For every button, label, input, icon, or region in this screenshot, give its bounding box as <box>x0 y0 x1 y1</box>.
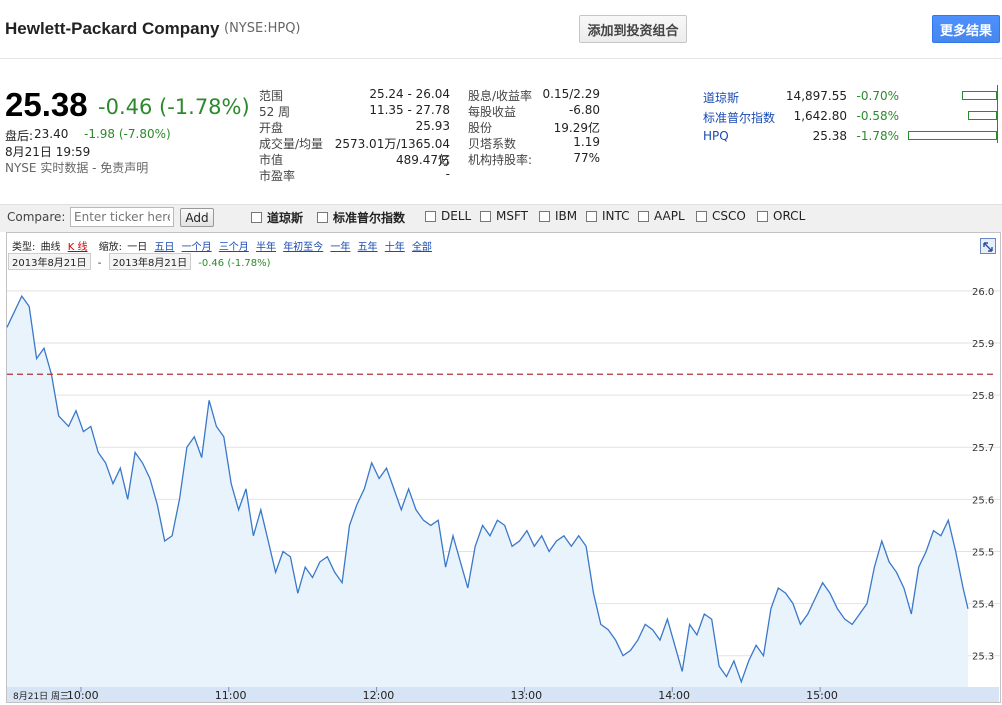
y-tick-label: 25.5 <box>972 547 994 558</box>
y-tick-label: 25.9 <box>972 339 994 350</box>
x-tick-label: 14:00 <box>658 689 690 702</box>
y-tick-label: 25.7 <box>972 443 994 454</box>
x-tick-label: 8月21日 周三 <box>13 691 69 702</box>
x-tick-label: 15:00 <box>806 689 838 702</box>
y-tick-label: 25.8 <box>972 391 994 402</box>
x-tick-label: 10:00 <box>67 689 99 702</box>
y-tick-label: 25.4 <box>972 600 994 611</box>
x-tick-label: 13:00 <box>510 689 542 702</box>
y-tick-label: 25.6 <box>972 495 994 506</box>
y-tick-label: 26.0 <box>972 287 994 298</box>
y-tick-label: 25.3 <box>972 652 994 663</box>
x-axis-bar <box>7 687 999 702</box>
x-tick-label: 12:00 <box>363 689 395 702</box>
price-area <box>7 296 968 687</box>
price-chart[interactable]: 26.0 25.9 25.8 25.7 25.6 25.5 25.4 25.3 8月21日 周三… <box>0 0 1002 705</box>
x-tick-label: 11:00 <box>215 689 247 702</box>
